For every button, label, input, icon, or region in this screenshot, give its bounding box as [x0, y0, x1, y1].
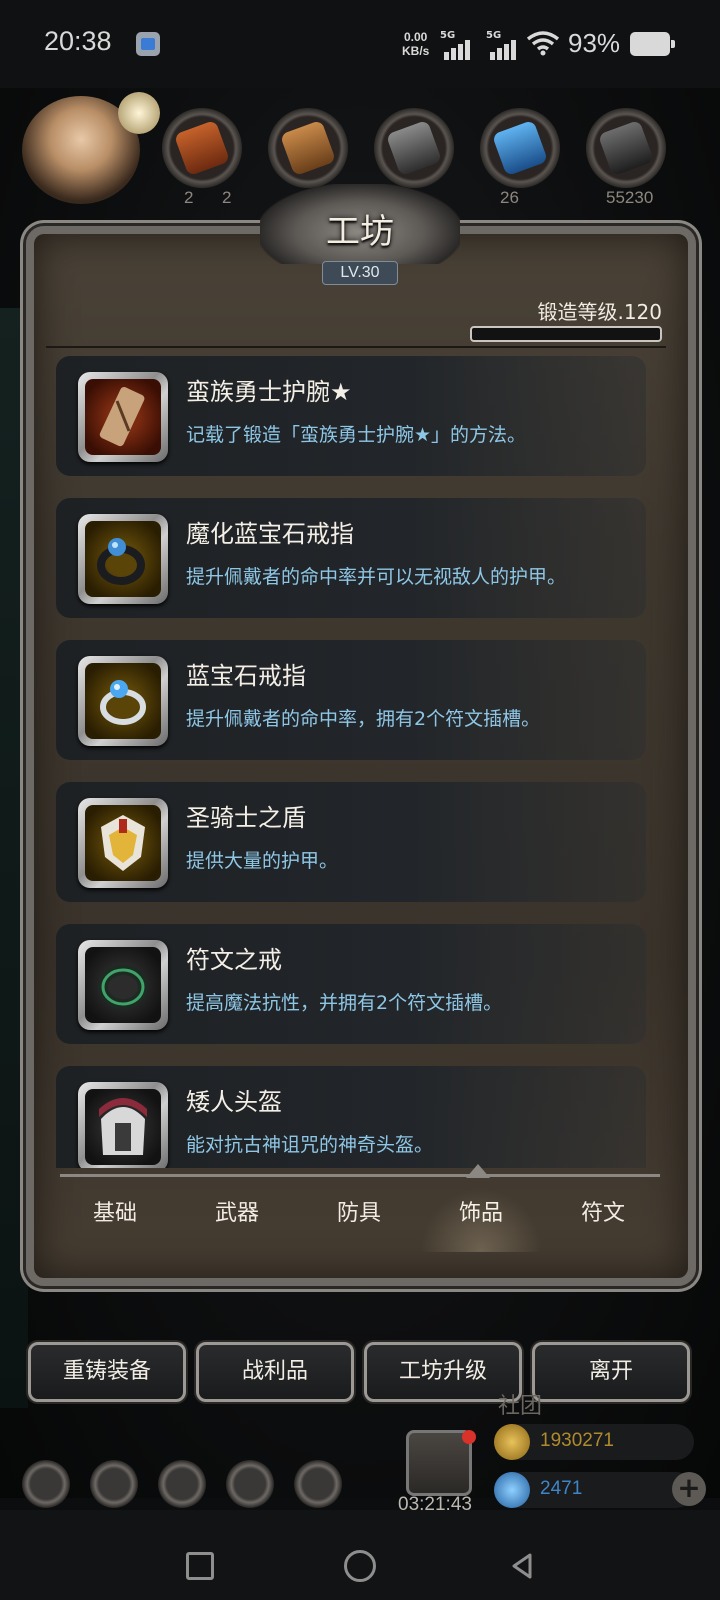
item-name: 蓝宝石戒指: [186, 662, 306, 690]
recipe-item[interactable]: 矮人头盔 能对抗古神诅咒的神奇头盔。: [56, 1066, 646, 1168]
network-speed-unit: KB/s: [402, 44, 430, 58]
recipe-item[interactable]: 魔化蓝宝石戒指 提升佩戴者的命中率并可以无视敌人的护甲。: [56, 498, 646, 618]
item-icon-frame: [78, 940, 168, 1030]
item-name: 矮人头盔: [186, 1088, 282, 1116]
tab-armor[interactable]: 防具: [298, 1188, 420, 1252]
item-name: 蛮族勇士护腕★: [186, 378, 352, 406]
item-icon-frame: [78, 514, 168, 604]
item-icon-frame: [78, 656, 168, 746]
dwarf-helmet-icon: [85, 1089, 161, 1165]
item-name: 符文之戒: [186, 946, 282, 974]
panel-divider: [46, 346, 666, 348]
quest-icon[interactable]: [294, 1460, 342, 1508]
battery-icon: [630, 32, 675, 56]
recipe-item[interactable]: 蛮族勇士护腕★ 记载了锻造「蛮族勇士护腕★」的方法。: [56, 356, 646, 476]
item-desc: 提升佩戴者的命中率，拥有2个符文插槽。: [186, 708, 541, 730]
network-speed: 0.00 KB/s: [402, 30, 429, 58]
status-bar: 20:38 0.00 KB/s 5G 5G 93%: [0, 0, 720, 88]
recipe-item[interactable]: 符文之戒 提高魔法抗性，并拥有2个符文插槽。: [56, 924, 646, 1044]
signal-sim2-icon: 5G: [486, 30, 522, 60]
mail-icon[interactable]: [226, 1460, 274, 1508]
gem-value: 2471: [540, 1478, 583, 1499]
dark-sapphire-ring-icon: [85, 521, 161, 597]
resource-ore-icon[interactable]: [162, 108, 242, 188]
battery-percent: 93%: [568, 28, 621, 58]
item-name: 圣骑士之盾: [186, 804, 306, 832]
status-time: 20:38: [44, 26, 112, 56]
sim2-label: 5G: [486, 30, 502, 41]
resource-steel-icon[interactable]: [586, 108, 666, 188]
gold-value: 1930271: [540, 1430, 614, 1451]
item-icon-frame: [78, 372, 168, 462]
recipe-item[interactable]: 圣骑士之盾 提供大量的护甲。: [56, 782, 646, 902]
recast-equipment-button[interactable]: 重铸装备: [28, 1342, 186, 1402]
item-icon-frame: [78, 1082, 168, 1168]
gold-counter: 1930271: [494, 1424, 694, 1460]
back-button[interactable]: [508, 1552, 536, 1580]
inventory-icon[interactable]: [158, 1460, 206, 1508]
add-currency-button[interactable]: +: [672, 1472, 706, 1506]
resource-wood-icon[interactable]: [268, 108, 348, 188]
action-bar: 重铸装备 战利品 工坊升级 离开: [28, 1342, 694, 1402]
guild-label: 社团: [498, 1394, 543, 1419]
background-scenery: [0, 308, 28, 1408]
resource-count: 55230: [606, 188, 654, 207]
notification-app-icon: [136, 32, 160, 56]
tab-runes[interactable]: 符文: [542, 1188, 664, 1252]
wifi-icon: [526, 31, 560, 56]
loot-button[interactable]: 战利品: [196, 1342, 354, 1402]
paladin-shield-icon: [85, 805, 161, 881]
settings-gear-icon[interactable]: [22, 1460, 70, 1508]
recipe-list[interactable]: 蛮族勇士护腕★ 记载了锻造「蛮族勇士护腕★」的方法。 魔化蓝宝石戒指 提升佩戴者…: [56, 356, 660, 1168]
system-nav-bar: [0, 1510, 720, 1600]
home-button[interactable]: [344, 1550, 376, 1582]
workshop-level-badge: LV.30: [322, 261, 398, 285]
tab-basic[interactable]: 基础: [54, 1188, 176, 1252]
category-tabs: 基础 武器 防具 饰品 符文: [54, 1188, 664, 1252]
forge-level-progress: [470, 326, 662, 342]
tab-accessories[interactable]: 饰品: [420, 1188, 542, 1252]
item-desc: 记载了锻造「蛮族勇士护腕★」的方法。: [186, 424, 527, 446]
notification-dot: [462, 1430, 476, 1444]
forge-level-label: 锻造等级.120: [537, 300, 662, 324]
signal-sim1-icon: 5G: [440, 30, 476, 60]
sim1-label: 5G: [440, 30, 456, 41]
resource-count: 26: [500, 188, 519, 207]
item-desc: 提升佩戴者的命中率并可以无视敌人的护甲。: [186, 566, 567, 588]
item-desc: 能对抗古神诅咒的神奇头盔。: [186, 1134, 434, 1156]
player-avatar[interactable]: [22, 92, 160, 204]
resource-iron-icon[interactable]: [374, 108, 454, 188]
rune-ring-icon: [85, 947, 161, 1023]
resource-count: 2: [184, 188, 194, 207]
bracer-scroll-icon: [85, 379, 161, 455]
tab-weapons[interactable]: 武器: [176, 1188, 298, 1252]
blue-gem-icon: [494, 1472, 530, 1508]
resource-count: 2: [222, 188, 232, 207]
resource-crystal-icon[interactable]: [480, 108, 560, 188]
network-speed-value: 0.00: [403, 30, 428, 44]
panel-title: 工坊: [326, 212, 394, 252]
recipe-item[interactable]: 蓝宝石戒指 提升佩戴者的命中率，拥有2个符文插槽。: [56, 640, 646, 760]
item-name: 魔化蓝宝石戒指: [186, 520, 354, 548]
sapphire-ring-icon: [85, 663, 161, 739]
hero-icon[interactable]: [90, 1460, 138, 1508]
item-desc: 提供大量的护甲。: [186, 850, 339, 872]
item-desc: 提高魔法抗性，并拥有2个符文插槽。: [186, 992, 503, 1014]
tab-divider: [60, 1174, 660, 1177]
item-icon-frame: [78, 798, 168, 888]
gold-coin-icon: [494, 1424, 530, 1460]
recent-apps-button[interactable]: [186, 1552, 214, 1580]
leave-button[interactable]: 离开: [532, 1342, 690, 1402]
gem-counter: 2471: [494, 1472, 694, 1508]
